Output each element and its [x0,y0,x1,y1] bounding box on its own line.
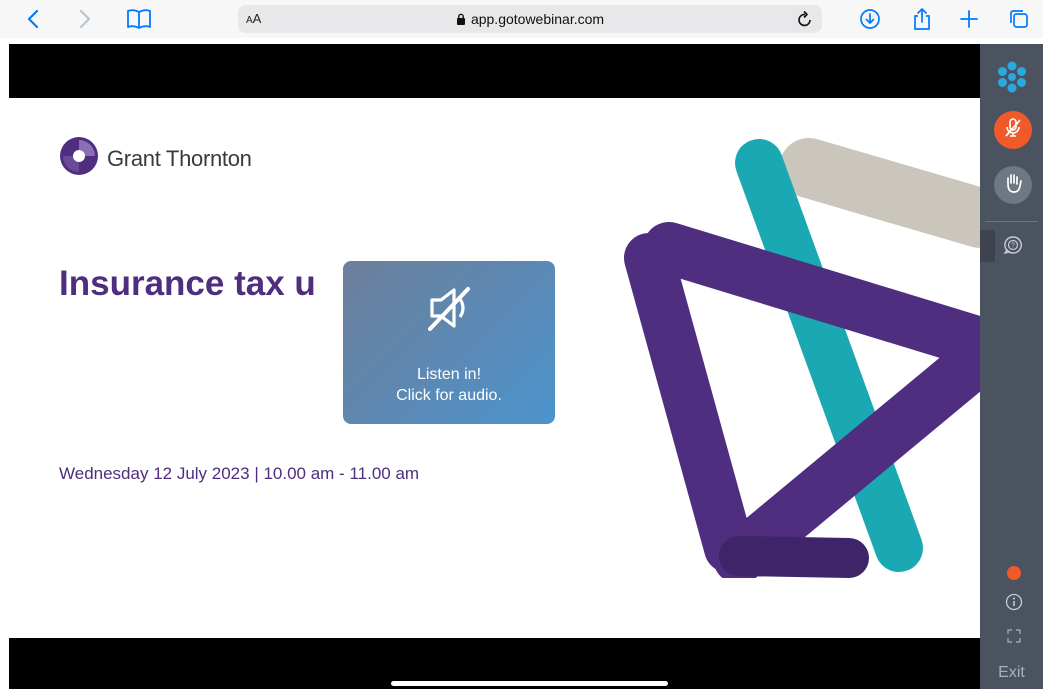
audio-muted-icon [424,285,474,336]
lock-icon [456,12,466,28]
gotowebinar-logo-icon [995,60,1029,94]
webinar-sidebar: ? Exit [980,44,1043,689]
mic-mute-button[interactable] [994,111,1032,149]
forward-icon[interactable] [72,6,98,32]
bookmarks-icon[interactable] [126,6,152,32]
status-dot [1007,566,1021,580]
address-bar[interactable]: AA app.gotowebinar.com [238,5,822,33]
reload-icon[interactable] [796,9,814,34]
slide-date: Wednesday 12 July 2023 | 10.00 am - 11.0… [59,464,420,483]
grant-thornton-logo-icon [59,136,99,181]
logo-text: Grant Thornton [107,145,252,171]
audio-prompt-line1: Listen in! [416,366,482,383]
url-text: app.gotowebinar.com [470,11,605,27]
url-display[interactable]: app.gotowebinar.com [238,11,822,28]
exit-button[interactable]: Exit [980,664,1043,682]
new-tab-icon[interactable] [956,6,982,32]
share-icon[interactable] [909,6,935,32]
audio-prompt-button[interactable]: Listen in! Click for audio. [343,261,555,424]
panel-tab-marker[interactable] [980,230,995,262]
home-indicator [391,681,668,686]
mic-muted-icon [1003,117,1023,144]
audio-prompt-line2: Click for audio. [396,387,502,404]
back-icon[interactable] [20,6,46,32]
tabs-icon[interactable] [1006,6,1032,32]
sidebar-divider [985,221,1038,222]
raise-hand-button[interactable] [994,166,1032,204]
question-icon[interactable]: ? [1002,234,1024,256]
fullscreen-icon[interactable] [1006,628,1022,644]
svg-text:?: ? [1011,243,1015,250]
decorative-triangle-graphic [624,138,980,578]
download-icon[interactable] [857,6,883,32]
browser-toolbar: AA app.gotowebinar.com [0,0,1043,38]
raise-hand-icon [1003,172,1023,199]
grant-thornton-logo: Grant Thornton [59,136,252,181]
info-icon[interactable] [1003,591,1025,613]
slide-title: Insurance tax u [59,264,316,303]
